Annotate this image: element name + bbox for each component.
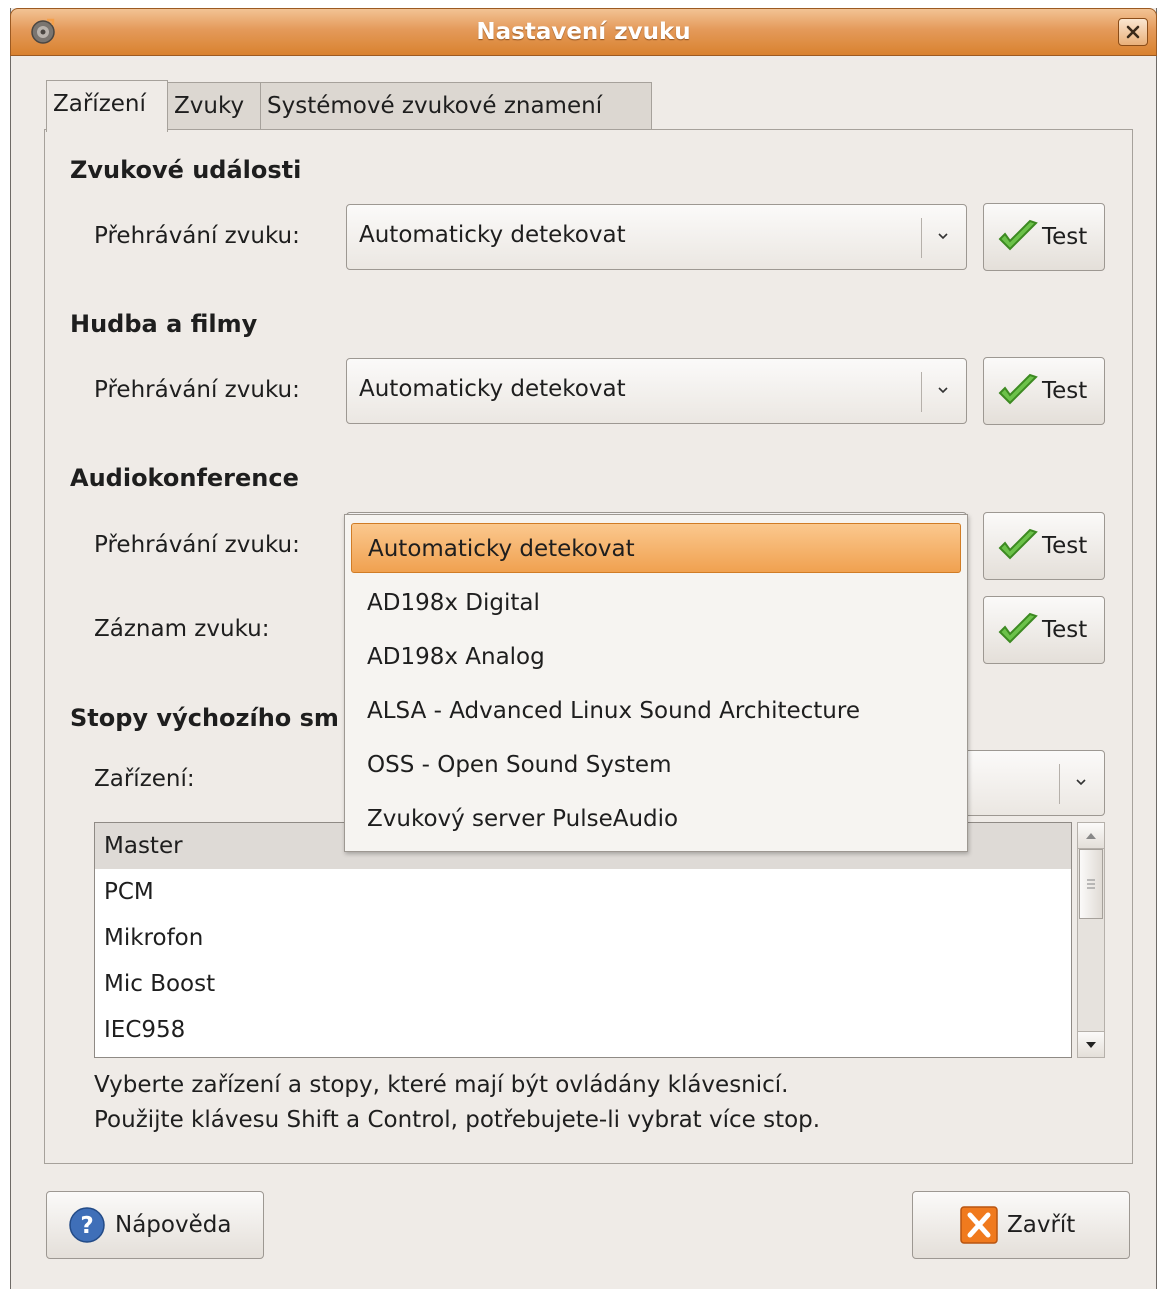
menu-item[interactable]: Automaticky detekovat: [351, 523, 961, 573]
section-title-music: Hudba a filmy: [70, 310, 258, 338]
check-icon: [998, 373, 1038, 405]
scroll-up-button[interactable]: [1078, 823, 1104, 849]
tab-devices[interactable]: Zařízení: [46, 80, 168, 132]
tab-label: Systémové zvukové znamení: [267, 93, 603, 119]
track-list[interactable]: Master PCM Mikrofon Mic Boost IEC958: [94, 822, 1072, 1058]
combo-separator: [921, 218, 922, 258]
arrow-up-icon: [1086, 832, 1096, 839]
close-window-button[interactable]: [1118, 18, 1148, 46]
menu-item[interactable]: AD198x Digital: [351, 578, 961, 628]
menu-item[interactable]: ALSA - Advanced Linux Sound Architecture: [351, 686, 961, 736]
chevron-down-icon: [1076, 779, 1086, 786]
combo-value: Automaticky detekovat: [359, 376, 626, 402]
close-button[interactable]: Zavřít: [912, 1191, 1130, 1259]
chevron-down-icon: [938, 387, 948, 394]
test-button-label: Test: [1042, 617, 1088, 643]
help-icon: ?: [69, 1207, 105, 1243]
section-title-default-mixer: Stopy výchozího sm: [70, 704, 339, 732]
section-title-conference: Audiokonference: [70, 464, 299, 492]
playback-combo-music[interactable]: Automaticky detekovat: [346, 358, 967, 424]
tab-sounds[interactable]: Zvuky: [167, 82, 261, 130]
playback-dropdown-menu[interactable]: Automaticky detekovat AD198x Digital AD1…: [344, 514, 968, 852]
close-x-icon: [960, 1206, 998, 1244]
help-button-label: Nápověda: [115, 1212, 232, 1238]
title-bar[interactable]: Nastavení zvuku: [10, 8, 1157, 56]
playback-label-conference: Přehrávání zvuku:: [94, 532, 300, 558]
test-button-label: Test: [1042, 533, 1088, 559]
combo-value: Automaticky detekovat: [359, 222, 626, 248]
test-button-label: Test: [1042, 378, 1088, 404]
test-button-music[interactable]: Test: [983, 357, 1105, 425]
close-icon: [1126, 25, 1140, 39]
playback-label-events: Přehrávání zvuku:: [94, 223, 300, 249]
record-label-conference: Záznam zvuku:: [94, 616, 270, 642]
check-icon: [998, 528, 1038, 560]
help-text-line2: Použijte klávesu Shift a Control, potřeb…: [94, 1107, 821, 1133]
list-item[interactable]: IEC958: [95, 1007, 1071, 1053]
menu-item[interactable]: Zvukový server PulseAudio: [351, 794, 961, 844]
menu-item[interactable]: AD198x Analog: [351, 632, 961, 682]
track-list-scrollbar[interactable]: [1077, 822, 1105, 1058]
combo-separator: [921, 372, 922, 412]
scroll-thumb[interactable]: [1079, 849, 1103, 919]
grip-icon: [1087, 879, 1095, 889]
help-button[interactable]: ? Nápověda: [46, 1191, 264, 1259]
playback-label-music: Přehrávání zvuku:: [94, 377, 300, 403]
test-button-label: Test: [1042, 224, 1088, 250]
window-title: Nastavení zvuku: [476, 19, 691, 45]
list-item[interactable]: Mikrofon: [95, 915, 1071, 961]
tab-label: Zařízení: [53, 91, 146, 117]
help-text-line1: Vyberte zařízení a stopy, které mají být…: [94, 1072, 789, 1098]
test-button-conference-record[interactable]: Test: [983, 596, 1105, 664]
check-icon: [998, 612, 1038, 644]
check-icon: [998, 219, 1038, 251]
combo-separator: [1059, 764, 1060, 804]
chevron-down-icon: [938, 233, 948, 240]
section-title-sound-events: Zvukové události: [70, 156, 302, 184]
playback-combo-events[interactable]: Automaticky detekovat: [346, 204, 967, 270]
device-label-mixer: Zařízení:: [94, 766, 195, 792]
list-item[interactable]: Mic Boost: [95, 961, 1071, 1007]
arrow-down-icon: [1086, 1041, 1096, 1048]
list-item[interactable]: PCM: [95, 869, 1071, 915]
test-button-events[interactable]: Test: [983, 203, 1105, 271]
tab-system-beep[interactable]: Systémové zvukové znamení: [260, 82, 652, 130]
scroll-down-button[interactable]: [1078, 1031, 1104, 1057]
tab-label: Zvuky: [174, 93, 245, 119]
menu-item[interactable]: OSS - Open Sound System: [351, 740, 961, 790]
test-button-conference-playback[interactable]: Test: [983, 512, 1105, 580]
svg-text:?: ?: [80, 1213, 93, 1239]
close-button-label: Zavřít: [1007, 1212, 1076, 1238]
